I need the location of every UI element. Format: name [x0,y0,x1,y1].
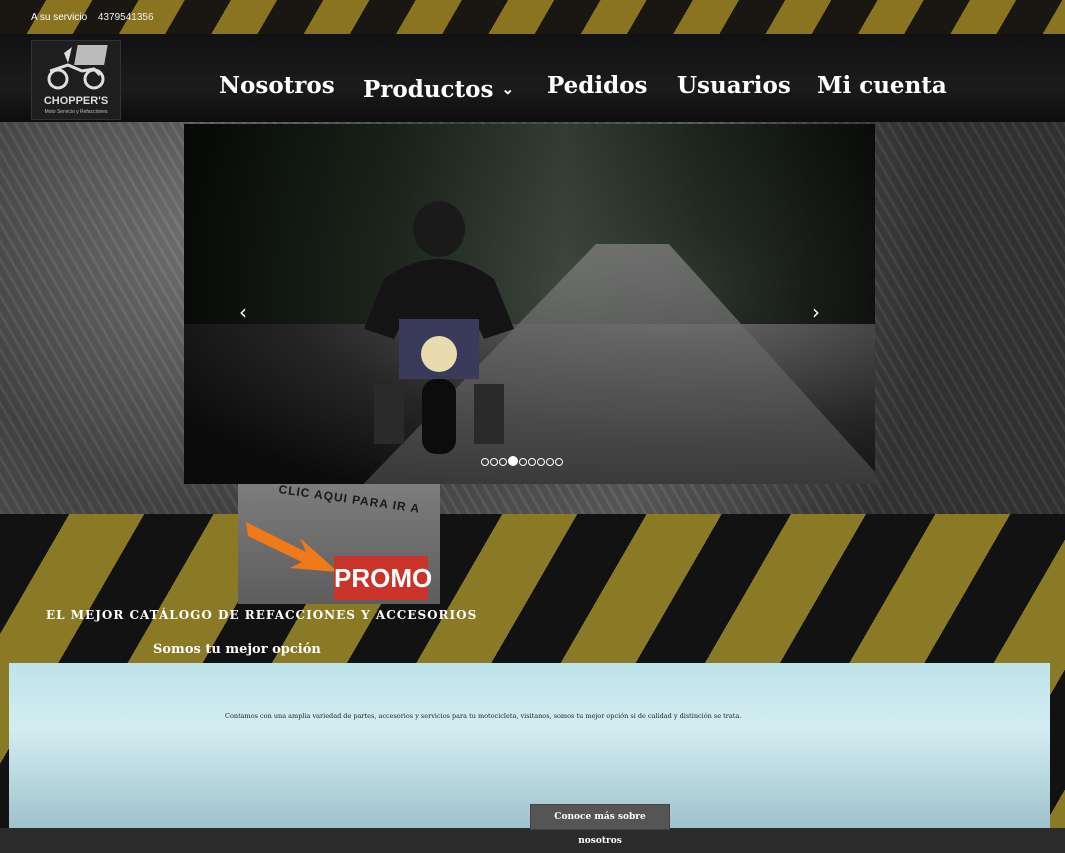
catalog-heading: EL MEJOR CATÁLOGO DE REFACCIONES Y ACCES… [46,608,478,622]
chevron-down-icon: ⌄ [501,80,515,98]
nav-mi-cuenta[interactable]: Mi cuenta [817,72,947,99]
logo-brand: CHOPPER'S [43,95,109,107]
about-button[interactable]: Conoce más sobre nosotros [530,804,670,846]
promo-badge: PROMO [334,556,432,600]
carousel-dot[interactable] [528,458,536,466]
service-label: A su servicio [31,12,88,23]
carousel-dot[interactable] [537,458,545,466]
carousel-dot[interactable] [481,458,489,466]
carousel-dot[interactable] [546,458,554,466]
motorcycle-rider-image [364,201,514,454]
carousel-indicators [481,451,564,466]
carousel-dot[interactable] [555,458,563,466]
carousel-dot-active[interactable] [508,456,518,466]
nav-productos-label: Productos [363,76,494,103]
promo-text: CLIC AQUI PARA IR A [277,482,422,516]
nav-nosotros[interactable]: Nosotros [219,72,335,99]
phone-number[interactable]: 4379541356 [98,12,154,23]
about-description: Contamos con una amplia variedad de part… [225,712,742,720]
carousel-dot[interactable] [490,458,498,466]
about-section: Contamos con una amplia variedad de part… [9,663,1050,846]
image-carousel[interactable]: ‹ › [184,124,875,484]
nav-usuarios[interactable]: Usuarios [677,72,791,99]
contact-info: A su servicio 4379541356 [31,12,154,23]
chevron-right-icon[interactable]: › [806,300,826,324]
carousel-dot[interactable] [499,458,507,466]
logo-tagline: Moto Servicio y Refacciones [44,109,108,115]
nav-productos[interactable]: Productos ⌄ [363,76,514,103]
logo[interactable]: CHOPPER'S Moto Servicio y Refacciones [31,40,121,120]
carousel-dot[interactable] [519,458,527,466]
chevron-left-icon[interactable]: ‹ [233,300,253,324]
catalog-subheading: Somos tu mejor opción [153,642,321,657]
motorcycle-logo-icon [47,45,108,90]
promo-banner[interactable]: CLIC AQUI PARA IR A PROMO [238,482,440,604]
nav-pedidos[interactable]: Pedidos [547,72,648,99]
top-bar: A su servicio 4379541356 [0,0,1065,34]
